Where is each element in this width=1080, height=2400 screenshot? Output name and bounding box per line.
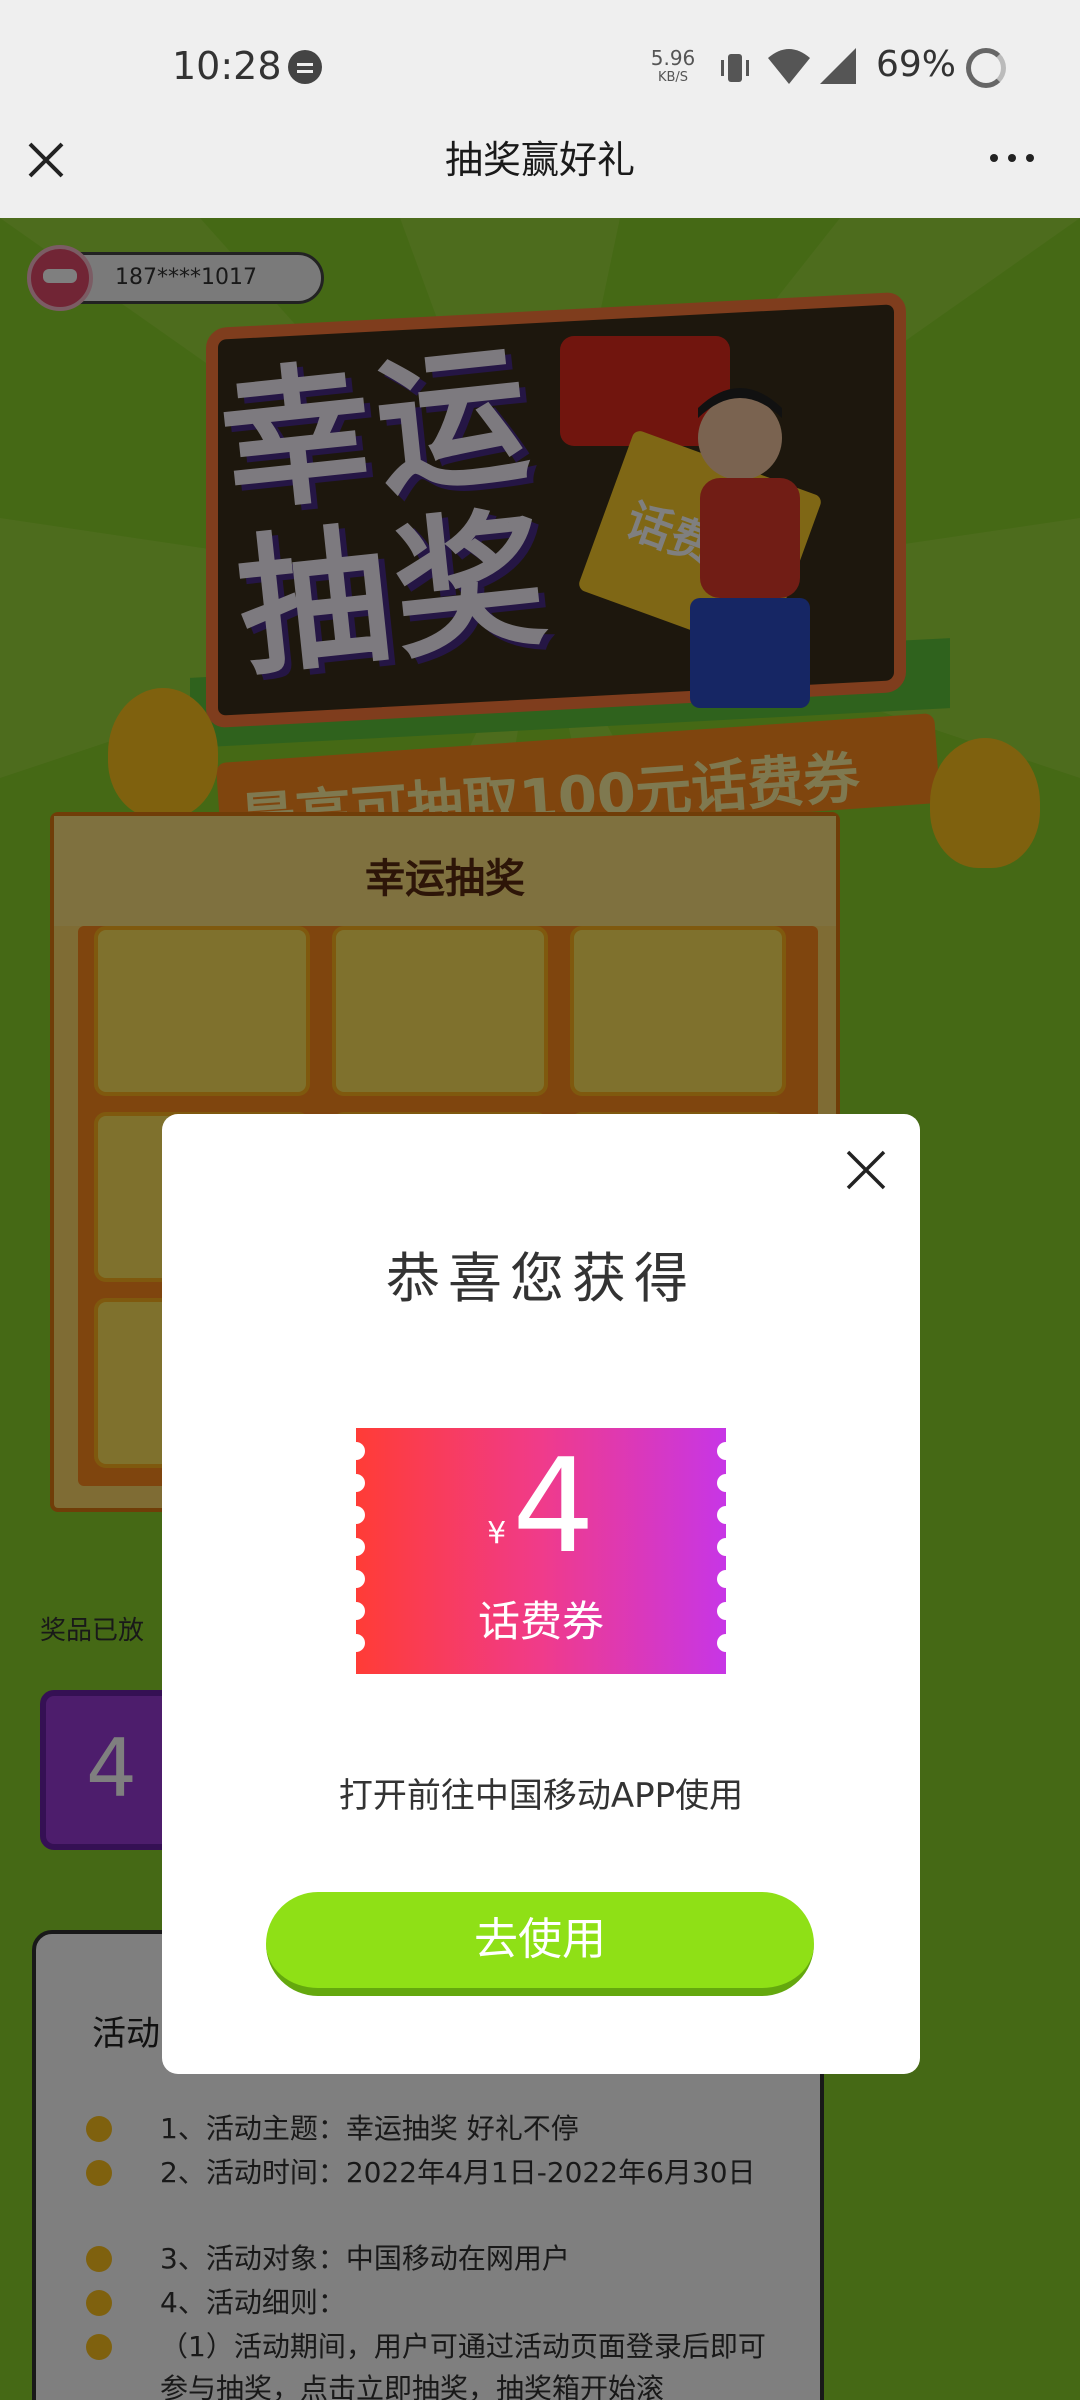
network-speed: 5.96 KB/S — [648, 48, 698, 84]
status-time: 10:28 — [172, 44, 282, 88]
battery-ring-icon — [966, 48, 1006, 88]
more-icon[interactable] — [990, 154, 1034, 164]
modal-title: 恭喜您获得 — [386, 1247, 696, 1310]
network-speed-unit: KB/S — [657, 70, 689, 85]
modal-hint: 打开前往中国移动APP使用 — [338, 1776, 744, 1816]
network-speed-value: 5.96 — [650, 46, 696, 70]
message-notification-icon — [288, 50, 322, 84]
coupon-ticket: ¥4 话费券 — [347, 1428, 735, 1674]
status-bar: 10:28 5.96 KB/S 69% — [0, 0, 1080, 136]
page-title: 抽奖赢好礼 — [444, 138, 635, 182]
battery-percent: 69% — [876, 44, 957, 85]
use-button[interactable]: 去使用 — [266, 1892, 814, 1996]
signal-icon — [820, 48, 856, 84]
nav-bar: 抽奖赢好礼 — [0, 136, 1080, 218]
modal-close-icon[interactable] — [844, 1148, 888, 1192]
prize-modal: 恭喜您获得 ¥4 话费券 打开前往中国移动APP使用 去使用 — [162, 1114, 920, 2074]
vibrate-icon — [721, 54, 749, 82]
wifi-icon — [768, 49, 810, 84]
coupon-currency: ¥ — [487, 1516, 507, 1551]
coupon-name: 话费券 — [477, 1597, 604, 1646]
coupon-amount-value: 4 — [512, 1430, 595, 1582]
coupon-amount: ¥4 — [356, 1436, 726, 1576]
